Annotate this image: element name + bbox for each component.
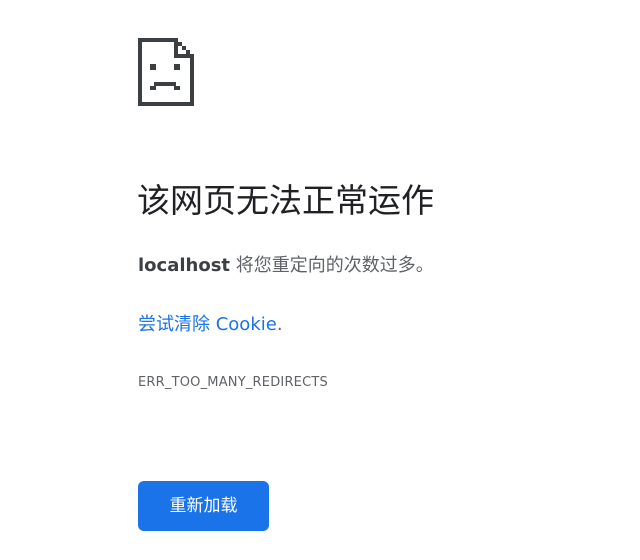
- error-message: localhost 将您重定向的次数过多。: [138, 252, 434, 280]
- error-message-text: 将您重定向的次数过多。: [230, 255, 434, 276]
- reload-button[interactable]: 重新加载: [138, 481, 269, 531]
- sad-page-icon: [138, 38, 194, 106]
- clear-cookies-link[interactable]: 尝试清除 Cookie: [138, 314, 277, 335]
- suggestion-suffix: .: [276, 314, 283, 335]
- suggestion: 尝试清除 Cookie.: [138, 311, 283, 339]
- error-title: 该网页无法正常运作: [137, 181, 434, 220]
- error-code: ERR_TOO_MANY_REDIRECTS: [138, 375, 328, 390]
- error-host: localhost: [138, 255, 231, 276]
